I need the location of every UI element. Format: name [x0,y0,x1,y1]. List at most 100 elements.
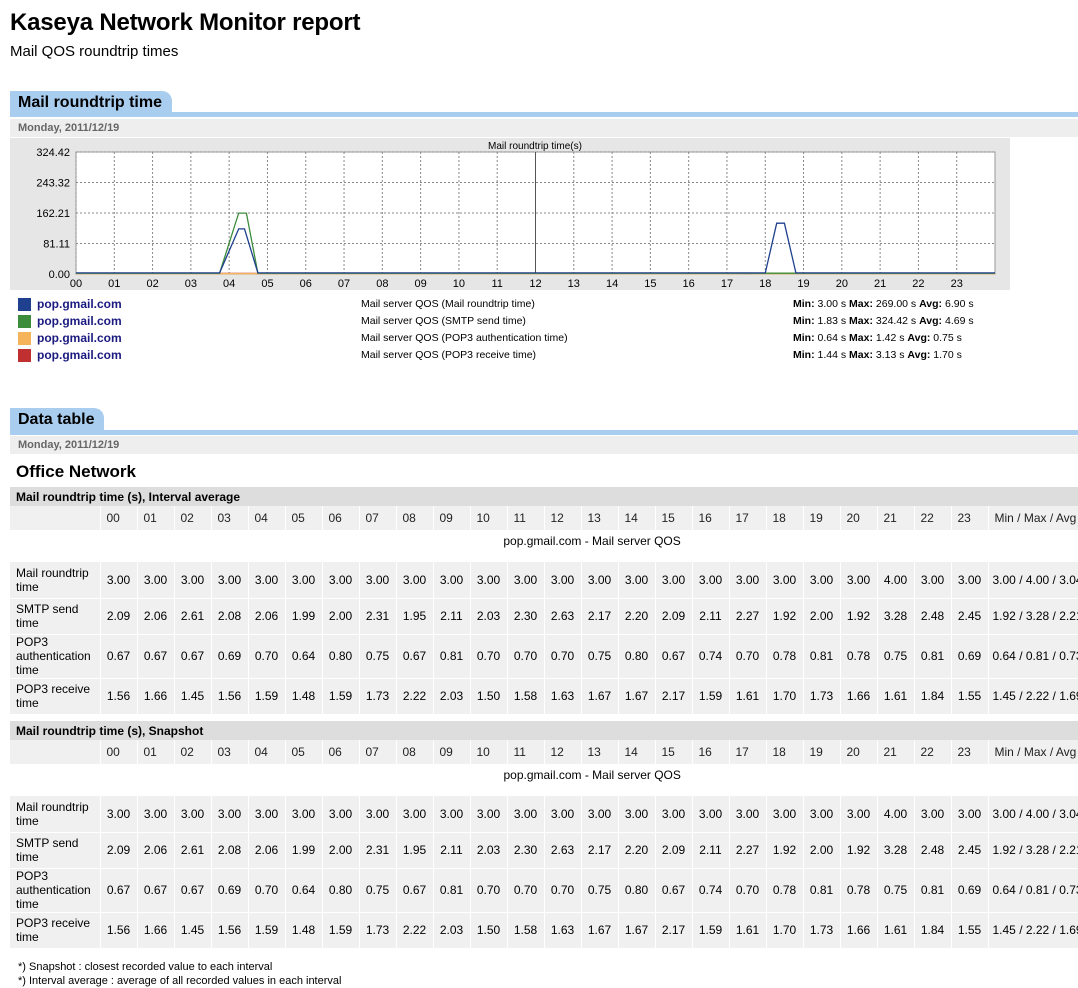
y-tick-label: 162.21 [36,208,70,220]
cell-value: 1.67 [617,912,655,949]
section-rule [10,112,1078,117]
hour-header: 06 [321,506,359,530]
x-tick-label: 03 [185,278,197,290]
x-tick-label: 15 [644,278,656,290]
cell-value: 1.73 [358,678,396,715]
cell-value: 0.70 [506,868,544,913]
hour-header: 22 [913,740,951,764]
legend-entry: pop.gmail.com Mail server QOS (POP3 recei… [18,347,1078,364]
cell-value: 3.00 [691,796,729,833]
cell-value: 0.81 [913,868,951,913]
cell-value: 0.70 [469,634,507,679]
chart-legend: pop.gmail.com Mail server QOS (Mail round… [18,296,1078,364]
cell-value: 2.63 [543,598,581,635]
cell-value: 0.70 [543,868,581,913]
hour-header: 16 [691,740,729,764]
cell-value: 0.67 [173,868,211,913]
cell-value: 1.59 [247,678,285,715]
y-tick-label: 324.42 [36,147,70,159]
avg-label: Avg: [919,298,943,310]
cell-value: 3.00 [99,562,137,599]
hour-header: 23 [950,506,988,530]
cell-value: 1.92 [839,598,877,635]
cell-value: 4.00 [876,796,914,833]
hour-header: 00 [99,740,137,764]
cell-value: 2.06 [136,598,174,635]
cell-value: 1.45 [173,678,211,715]
cell-value: 1.48 [284,678,322,715]
legend-description: Mail server QOS (POP3 receive time) [361,349,537,361]
cell-value: 2.06 [247,832,285,869]
cell-value: 3.00 [617,796,655,833]
cell-value: 2.09 [654,598,692,635]
cell-value: 0.67 [99,634,137,679]
row-label: POP3 receive time [10,912,100,949]
cell-value: 1.70 [765,912,803,949]
cell-value: 2.30 [506,598,544,635]
hour-header: 02 [173,506,211,530]
cell-value: 0.78 [765,634,803,679]
row-summary: 1.45 / 2.22 / 1.69 [987,678,1078,715]
data-date-bar: Monday, 2011/12/19 [10,436,1078,454]
cell-value: 0.67 [654,868,692,913]
hour-header: 21 [876,740,914,764]
cell-value: 3.00 [173,562,211,599]
min-label: Min: [793,315,815,327]
hour-header: 20 [839,740,877,764]
section-rule [10,430,1078,435]
row-summary: 0.64 / 0.81 / 0.73 [987,634,1078,679]
row-label: SMTP send time [10,832,100,869]
avg-value: 6.90 s [944,298,974,310]
cell-value: 3.00 [617,562,655,599]
cell-value: 3.00 [580,562,618,599]
hour-header: 07 [358,740,396,764]
legend-description: Mail server QOS (POP3 authentication tim… [361,332,568,344]
cell-value: 3.00 [839,562,877,599]
roundtrip-chart: 00 01 02 03 04 05 06 07 08 09 10 11 12 13 14 15 16 17 18 19… [10,138,1010,290]
hour-header: 09 [432,740,470,764]
x-tick-label: 21 [874,278,886,290]
cell-value: 3.00 [950,796,988,833]
cell-value: 1.56 [210,912,248,949]
cell-value: 0.80 [617,868,655,913]
cell-value: 0.67 [136,868,174,913]
cell-value: 3.00 [580,796,618,833]
legend-host: pop.gmail.com [37,314,122,328]
cell-value: 1.99 [284,598,322,635]
row-label: Mail roundtrip time [10,796,100,833]
row-label-header [10,740,100,764]
cell-value: 2.20 [617,832,655,869]
cell-value: 2.31 [358,598,396,635]
cell-value: 3.00 [210,562,248,599]
cell-value: 1.50 [469,678,507,715]
legend-swatch [18,315,31,328]
cell-value: 3.00 [247,562,285,599]
cell-value: 2.17 [580,598,618,635]
cell-value: 2.45 [950,598,988,635]
cell-value: 3.00 [691,562,729,599]
cell-value: 1.59 [321,912,359,949]
hour-header: 16 [691,506,729,530]
cell-value: 3.00 [728,796,766,833]
cell-value: 3.00 [913,562,951,599]
cell-value: 3.00 [654,796,692,833]
legend-swatch [18,298,31,311]
cell-value: 3.00 [654,562,692,599]
y-tick-label: 81.11 [43,238,70,250]
cell-value: 2.08 [210,832,248,869]
legend-swatch [18,349,31,362]
hour-header: 17 [728,506,766,530]
cell-value: 2.45 [950,832,988,869]
cell-value: 0.67 [654,634,692,679]
cell-value: 1.61 [728,912,766,949]
cell-value: 1.59 [691,912,729,949]
cell-value: 1.66 [839,678,877,715]
cell-value: 0.75 [876,868,914,913]
table-row: POP3 receive time 1.56 1.66 1.45 1.56 1.59 1.4… [10,912,1078,949]
x-tick-label: 14 [606,278,618,290]
cell-value: 1.95 [395,832,433,869]
cell-value: 3.28 [876,832,914,869]
hour-header: 23 [950,740,988,764]
cell-value: 2.20 [617,598,655,635]
legend-host: pop.gmail.com [37,348,122,362]
